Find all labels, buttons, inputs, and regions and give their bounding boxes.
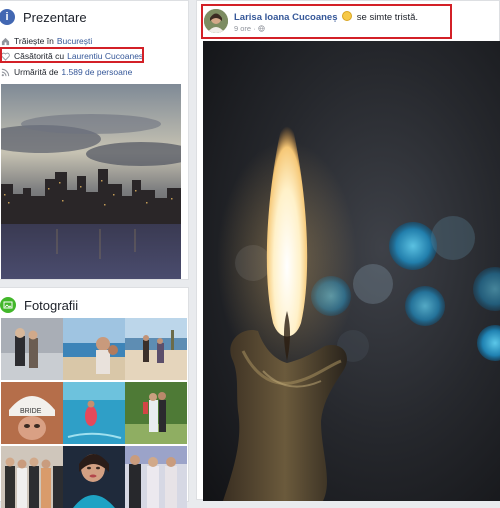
- highlight-box-married: [0, 47, 144, 63]
- candle-flame-photo[interactable]: [203, 41, 500, 501]
- info-icon: i: [0, 9, 15, 25]
- photos-header: Fotografii: [0, 296, 78, 314]
- followers-label: Urmărită de: [14, 67, 59, 77]
- photo-thumb-8[interactable]: [63, 446, 125, 508]
- photos-card: Fotografii BRIDE: [0, 287, 189, 508]
- photo-thumb-5[interactable]: [63, 382, 125, 444]
- lives-in-city-link[interactable]: București: [57, 36, 92, 46]
- followers-link[interactable]: 1.589 de persoane: [61, 67, 132, 77]
- photos-title[interactable]: Fotografii: [24, 298, 78, 313]
- rss-icon: [1, 68, 10, 77]
- svg-text:BRIDE: BRIDE: [20, 408, 42, 415]
- photo-thumb-1[interactable]: [1, 318, 63, 380]
- home-icon: [1, 37, 10, 46]
- post-card: Larisa Ioana Cucoaneș se simte tristă. 9…: [196, 0, 500, 501]
- intro-title: Prezentare: [23, 9, 87, 25]
- photo-thumb-9[interactable]: [125, 446, 187, 508]
- highlight-box-post-header: [201, 4, 452, 39]
- photos-icon: [0, 297, 16, 313]
- city-skyline-photo[interactable]: [1, 84, 181, 279]
- photo-thumb-6[interactable]: [125, 382, 187, 444]
- lives-in-row: Trăiește în București: [1, 34, 92, 48]
- photo-thumb-4[interactable]: BRIDE: [1, 382, 63, 444]
- photo-thumb-2[interactable]: [63, 318, 125, 380]
- lives-in-label: Trăiește în: [14, 36, 54, 46]
- intro-header: i Prezentare: [0, 7, 87, 27]
- followers-row: Urmărită de 1.589 de persoane: [1, 65, 132, 79]
- photo-thumb-7[interactable]: [1, 446, 63, 508]
- intro-card: i Prezentare Trăiește în București Căsăt…: [0, 0, 189, 280]
- photo-thumb-3[interactable]: [125, 318, 187, 380]
